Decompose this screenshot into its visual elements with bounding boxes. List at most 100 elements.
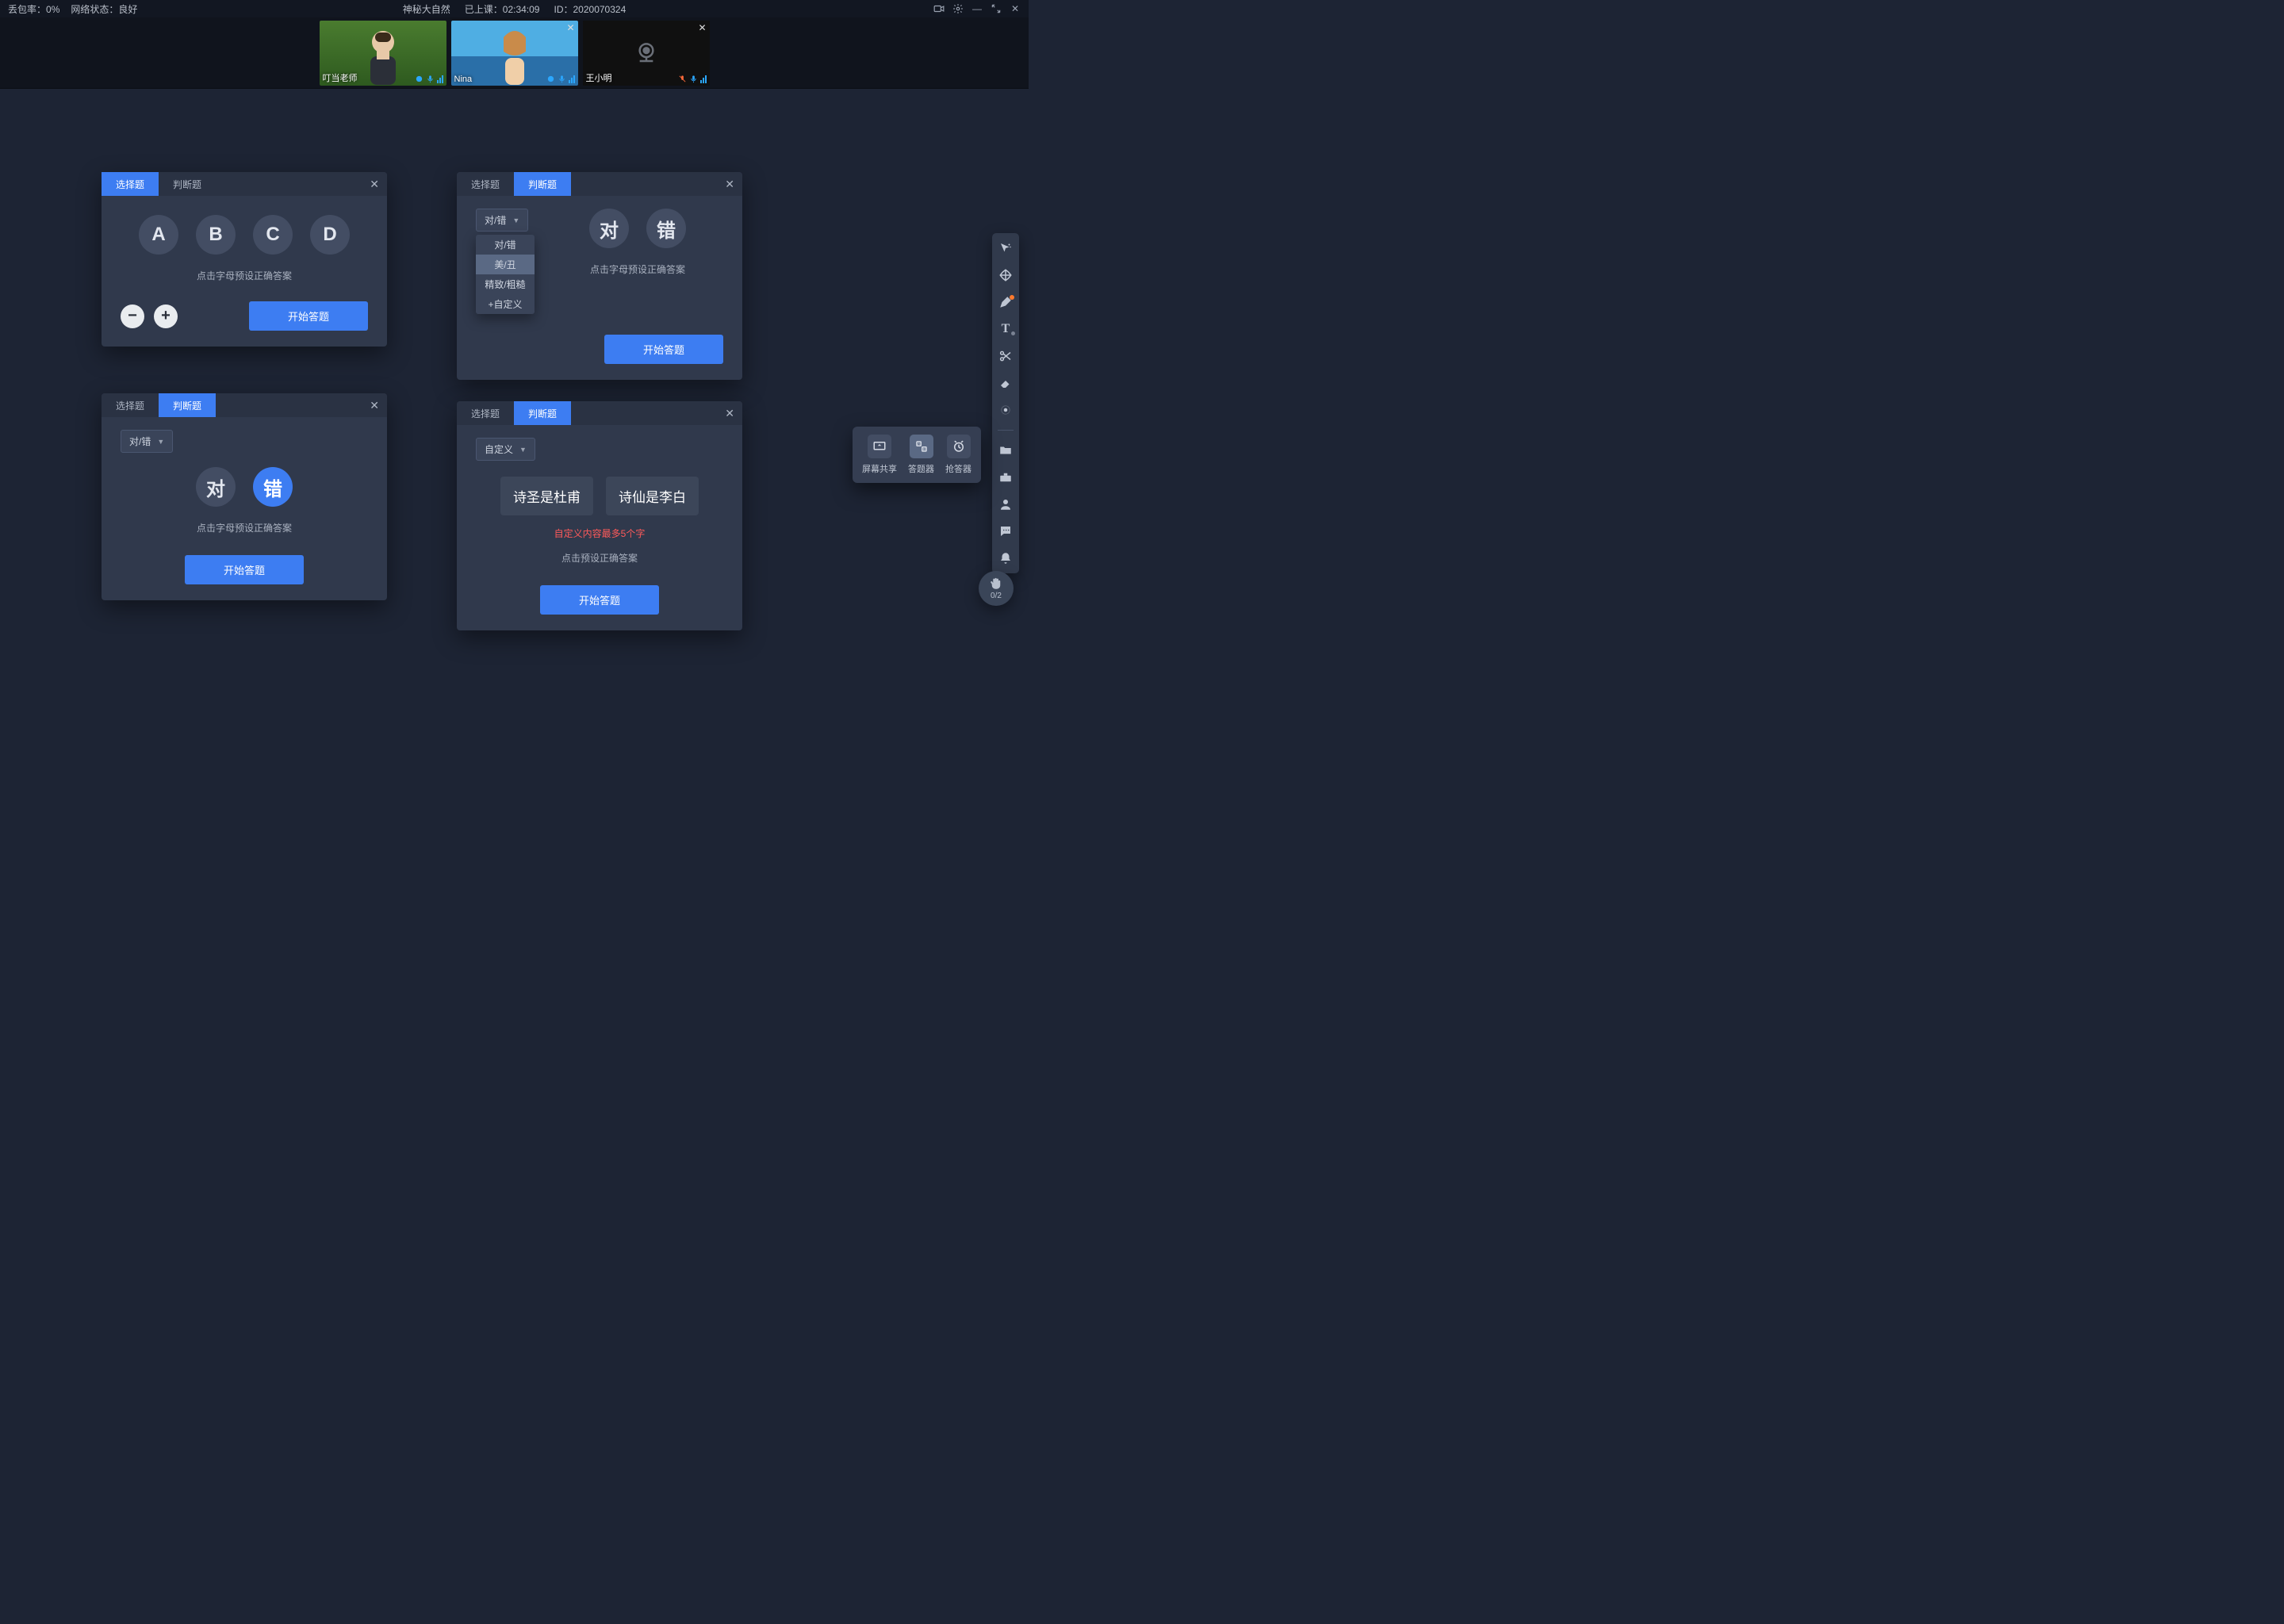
maximize-button[interactable] bbox=[991, 3, 1002, 14]
video-tile-student-1[interactable]: ✕ Nina bbox=[451, 21, 578, 86]
mic-indicator bbox=[415, 75, 443, 83]
custom-option-b[interactable]: 诗仙是李白 bbox=[606, 477, 699, 515]
dropdown-item[interactable]: 美/丑 bbox=[476, 255, 535, 274]
answer-tool-icon: AB bbox=[910, 435, 933, 458]
chevron-down-icon: ▼ bbox=[512, 216, 519, 224]
tab-judge[interactable]: 判断题 bbox=[514, 401, 571, 425]
user-icon[interactable] bbox=[998, 497, 1013, 511]
bell-icon[interactable] bbox=[998, 551, 1013, 565]
remove-student-icon[interactable]: ✕ bbox=[566, 22, 574, 33]
judge-style-select[interactable]: 对/错 ▼ bbox=[476, 209, 528, 232]
option-true[interactable]: 对 bbox=[196, 467, 236, 507]
svg-text:A: A bbox=[918, 442, 920, 446]
quiz-panel-judge-dropdown: 选择题 判断题 ✕ 对/错 ▼ 对/错 美/丑 精致/粗糙 +自定义 对 bbox=[457, 172, 742, 380]
close-icon[interactable]: ✕ bbox=[362, 178, 387, 191]
start-quiz-button[interactable]: 开始答题 bbox=[249, 301, 368, 331]
warning-text: 自定义内容最多5个字 bbox=[554, 527, 646, 540]
judge-style-select[interactable]: 自定义 ▼ bbox=[476, 438, 535, 461]
tab-choice[interactable]: 选择题 bbox=[102, 393, 159, 417]
option-true[interactable]: 对 bbox=[589, 209, 629, 248]
text-icon[interactable]: T bbox=[998, 322, 1013, 336]
add-option-button[interactable]: + bbox=[154, 304, 178, 328]
tab-judge[interactable]: 判断题 bbox=[159, 393, 216, 417]
camera-icon[interactable] bbox=[933, 3, 945, 14]
close-icon[interactable]: ✕ bbox=[717, 178, 742, 191]
hand-icon bbox=[989, 576, 1003, 591]
packet-loss: 丢包率：0% bbox=[8, 2, 59, 16]
tab-choice[interactable]: 选择题 bbox=[457, 172, 514, 196]
tab-choice[interactable]: 选择题 bbox=[102, 172, 159, 196]
buzzer-button[interactable]: 抢答器 bbox=[945, 435, 971, 475]
remove-option-button[interactable]: − bbox=[121, 304, 144, 328]
status-bar: 丢包率：0% 网络状态：良好 神秘大自然 已上课：02:34:09 ID：202… bbox=[0, 0, 1029, 17]
minimize-button[interactable]: — bbox=[971, 3, 983, 14]
screen-share-label: 屏幕共享 bbox=[862, 462, 897, 475]
teaching-tools-popover: 屏幕共享 AB 答题器 抢答器 bbox=[853, 427, 981, 483]
close-button[interactable]: ✕ bbox=[1010, 3, 1021, 14]
buzzer-label: 抢答器 bbox=[945, 462, 971, 475]
remove-student-icon[interactable]: ✕ bbox=[698, 22, 706, 33]
video-name-label: 叮当老师 bbox=[323, 71, 358, 84]
settings-icon[interactable] bbox=[952, 3, 964, 14]
elapsed-time: 已上课：02:34:09 bbox=[465, 2, 540, 16]
eraser-icon[interactable] bbox=[998, 376, 1013, 390]
option-b[interactable]: B bbox=[196, 215, 236, 255]
option-false[interactable]: 错 bbox=[253, 467, 293, 507]
start-quiz-button[interactable]: 开始答题 bbox=[540, 585, 659, 615]
network-status: 网络状态：良好 bbox=[71, 2, 137, 16]
select-value: 自定义 bbox=[485, 442, 513, 456]
start-quiz-button[interactable]: 开始答题 bbox=[185, 555, 304, 584]
video-strip: 叮当老师 ✕ Nina ✕ 王小明 bbox=[0, 17, 1029, 89]
hint-text: 点击预设正确答案 bbox=[561, 551, 638, 565]
option-false[interactable]: 错 bbox=[646, 209, 686, 248]
dropdown-item[interactable]: 精致/粗糙 bbox=[476, 274, 535, 294]
quiz-panel-custom: 选择题 判断题 ✕ 自定义 ▼ 诗圣是杜甫 诗仙是李白 自定义内容最多5个字 点… bbox=[457, 401, 742, 630]
tab-judge[interactable]: 判断题 bbox=[514, 172, 571, 196]
screen-share-icon bbox=[868, 435, 891, 458]
select-value: 对/错 bbox=[129, 435, 151, 448]
laser-dot-icon[interactable] bbox=[998, 403, 1013, 417]
screen-share-button[interactable]: 屏幕共享 bbox=[862, 435, 897, 475]
option-d[interactable]: D bbox=[310, 215, 350, 255]
dropdown-item[interactable]: 对/错 bbox=[476, 235, 535, 255]
class-title: 神秘大自然 bbox=[403, 2, 450, 16]
quiz-panel-judge-selected: 选择题 判断题 ✕ 对/错 ▼ 对 错 点击字母预设正确答案 开始答题 bbox=[102, 393, 387, 600]
mic-indicator bbox=[678, 75, 707, 83]
close-icon[interactable]: ✕ bbox=[717, 407, 742, 420]
option-a[interactable]: A bbox=[139, 215, 178, 255]
video-tile-teacher[interactable]: 叮当老师 bbox=[320, 21, 446, 86]
quiz-panel-choice: 选择题 判断题 ✕ A B C D 点击字母预设正确答案 − + 开始答题 bbox=[102, 172, 387, 347]
video-name-label: 王小明 bbox=[586, 71, 612, 84]
chevron-down-icon: ▼ bbox=[519, 446, 527, 454]
hand-raise-button[interactable]: 0/2 bbox=[979, 571, 1014, 606]
chat-icon[interactable] bbox=[998, 524, 1013, 538]
scissors-icon[interactable] bbox=[998, 349, 1013, 363]
chevron-down-icon: ▼ bbox=[157, 438, 164, 446]
folder-icon[interactable] bbox=[998, 443, 1013, 458]
select-value: 对/错 bbox=[485, 213, 506, 227]
hint-text: 点击字母预设正确答案 bbox=[197, 521, 292, 534]
tab-choice[interactable]: 选择题 bbox=[457, 401, 514, 425]
mic-indicator bbox=[546, 75, 575, 83]
dropdown-item[interactable]: +自定义 bbox=[476, 294, 535, 314]
cursor-sparkle-icon[interactable] bbox=[998, 241, 1013, 255]
custom-option-a[interactable]: 诗圣是杜甫 bbox=[500, 477, 593, 515]
hint-text: 点击字母预设正确答案 bbox=[197, 269, 292, 282]
right-toolbar: T bbox=[992, 233, 1019, 573]
judge-style-dropdown: 对/错 美/丑 精致/粗糙 +自定义 bbox=[476, 235, 535, 314]
option-c[interactable]: C bbox=[253, 215, 293, 255]
pen-icon[interactable] bbox=[998, 295, 1013, 309]
hand-raise-count: 0/2 bbox=[991, 592, 1002, 600]
tab-judge[interactable]: 判断题 bbox=[159, 172, 216, 196]
video-name-label: Nina bbox=[454, 75, 473, 84]
move-icon[interactable] bbox=[998, 268, 1013, 282]
start-quiz-button[interactable]: 开始答题 bbox=[604, 335, 723, 364]
video-tile-student-2[interactable]: ✕ 王小明 bbox=[583, 21, 710, 86]
toolbox-icon[interactable] bbox=[998, 470, 1013, 485]
close-icon[interactable]: ✕ bbox=[362, 399, 387, 412]
answer-tool-button[interactable]: AB 答题器 bbox=[908, 435, 934, 475]
hint-text: 点击字母预设正确答案 bbox=[590, 262, 685, 276]
svg-text:B: B bbox=[922, 447, 925, 451]
judge-style-select[interactable]: 对/错 ▼ bbox=[121, 430, 173, 453]
buzzer-icon bbox=[947, 435, 971, 458]
